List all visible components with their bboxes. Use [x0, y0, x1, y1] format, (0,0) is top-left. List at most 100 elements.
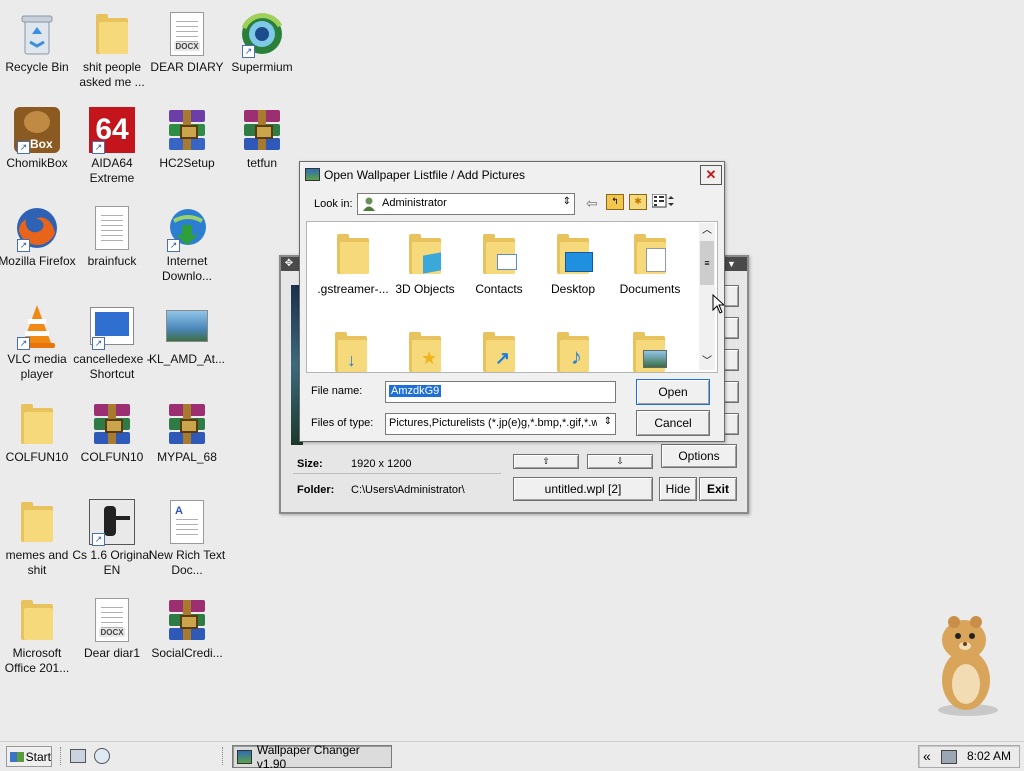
documents-folder-icon — [634, 234, 666, 274]
view-menu-icon[interactable] — [651, 193, 674, 208]
desktop-icon-brainfuck[interactable]: brainfuck — [75, 202, 149, 292]
move-up-button[interactable]: ⇧ — [513, 454, 579, 469]
shortcut-arrow-icon: ↗ — [17, 239, 30, 252]
desktop-icon-firefox[interactable]: ↗ Mozilla Firefox — [0, 202, 76, 292]
combobox-dropdown-icon: ⇕ — [562, 196, 571, 207]
docx-tag: DOCX — [99, 628, 125, 637]
desktop-icon-tetfun[interactable]: tetfun — [225, 104, 299, 194]
file-item[interactable]: Desktop — [533, 230, 613, 302]
desktop-icon-label: brainfuck — [87, 254, 137, 268]
contacts-folder-icon — [483, 234, 517, 274]
clock[interactable]: 8:02 AM — [967, 749, 1011, 763]
desktop-icon-label: Supermium — [231, 60, 293, 74]
desktop-icon-chomikbox[interactable]: Box ↗ ChomikBox — [0, 104, 74, 194]
scroll-down-icon[interactable]: ﹀ — [699, 354, 715, 370]
look-in-label: Look in: — [314, 198, 353, 210]
up-one-level-icon[interactable]: ↰ — [606, 194, 624, 210]
filename-input[interactable]: AmzdkG9 — [385, 381, 616, 403]
desktop-icon-aida64[interactable]: 64 ↗ AIDA64 Extreme — [75, 104, 149, 194]
desktop-icon-mypal[interactable]: MYPAL_68 — [150, 398, 224, 488]
look-in-combobox[interactable]: Administrator ⇕ — [357, 193, 575, 215]
desktop-icon-dear-diary[interactable]: DOCX DEAR DIARY — [150, 8, 224, 98]
desktop-icon-label: Dear diar1 — [83, 646, 141, 660]
pictures-folder-icon[interactable] — [633, 332, 667, 372]
taskbar-task-wallpaper-changer[interactable]: Wallpaper Changer v1.90 — [232, 743, 392, 771]
desktop-icon-socialcredit[interactable]: SocialCredi... — [150, 594, 224, 684]
file-item[interactable]: Contacts — [459, 230, 539, 302]
taskbar: Start Wallpaper Changer v1.90 « 8:02 AM — [0, 741, 1024, 771]
size-value: 1920 x 1200 — [351, 458, 412, 470]
desktop-icon-memes[interactable]: memes and shit — [0, 496, 74, 586]
docx-tag: DOCX — [174, 42, 200, 51]
desktop-icon-colfun10-archive[interactable]: COLFUN10 — [75, 398, 149, 488]
back-arrow-icon[interactable]: ⇦ — [586, 195, 598, 212]
scroll-up-icon[interactable]: ︿ — [699, 223, 715, 239]
cancel-button[interactable]: Cancel — [636, 410, 710, 436]
network-tray-icon[interactable] — [941, 750, 957, 764]
desktop-icon-idm[interactable]: ↗ Internet Downlo... — [150, 202, 224, 292]
shortcut-arrow-icon: ↗ — [92, 533, 105, 546]
move-down-button[interactable]: ⇩ — [587, 454, 653, 469]
filetype-combobox[interactable]: Pictures,Picturelists (*.jp(e)g,*.bmp,*.… — [385, 413, 616, 435]
desktop-icon-hc2setup[interactable]: HC2Setup — [150, 104, 224, 194]
desktop-icon-label: memes and shit — [5, 548, 69, 577]
winrar-archive-icon — [236, 104, 288, 156]
installer-box-icon — [161, 104, 213, 156]
desktop-icon-cs16[interactable]: ↗ Cs 1.6 Original EN — [72, 496, 152, 586]
desktop-icon-vlc[interactable]: ↗ VLC media player — [0, 300, 74, 390]
folder-label: Folder: — [297, 484, 335, 496]
new-folder-icon[interactable]: ✱ — [629, 194, 647, 210]
desktop-icon-kl-amd[interactable]: KL_AMD_At... — [149, 300, 225, 390]
file-item-label: .gstreamer-... — [317, 282, 389, 296]
desktop-icon-label: SocialCredi... — [151, 646, 223, 660]
folder-icon — [11, 398, 63, 450]
exit-button[interactable]: Exit — [699, 477, 737, 501]
start-button[interactable]: Start — [6, 746, 52, 767]
desktop-icon-label: Microsoft Office 201... — [4, 646, 70, 675]
tray-expand-chevron[interactable]: « — [923, 748, 931, 764]
options-button[interactable]: Options — [661, 444, 737, 468]
hamster-mascot-image — [918, 610, 1008, 718]
hide-button[interactable]: Hide — [659, 477, 697, 501]
file-item[interactable]: .gstreamer-... — [311, 230, 395, 302]
desktop-icon-supermium[interactable]: ↗ Supermium — [225, 8, 299, 98]
scrollbar-thumb[interactable]: ≡ — [700, 241, 714, 285]
file-item[interactable]: Documents — [607, 230, 693, 302]
links-folder-icon[interactable]: ↗ — [483, 332, 515, 372]
close-button[interactable]: ✕ — [700, 165, 722, 185]
desktop-icon-label: COLFUN10 — [5, 450, 69, 464]
show-desktop-icon[interactable] — [70, 749, 86, 763]
favorites-folder-icon[interactable]: ★ — [409, 332, 441, 372]
supermium-icon: ↗ — [236, 8, 288, 60]
docx-file-icon: DOCX — [86, 594, 138, 646]
desktop-icon-shit-people[interactable]: shit people asked me ... — [75, 8, 149, 98]
shortcut-arrow-icon: ↗ — [17, 337, 30, 350]
desktop-icon-recycle-bin[interactable]: Recycle Bin — [0, 8, 74, 98]
desktop-icon-label: shit people asked me ... — [79, 60, 145, 89]
music-folder-icon[interactable]: ♪ — [557, 332, 589, 372]
vlc-cone-icon: ↗ — [11, 300, 63, 352]
desktop-icon-label: ChomikBox — [6, 156, 68, 170]
file-list-view[interactable]: .gstreamer-... 3D Objects Contacts Deskt… — [306, 221, 718, 373]
desktop-icon-ms-office[interactable]: Microsoft Office 201... — [0, 594, 74, 684]
file-item[interactable]: 3D Objects — [385, 230, 465, 302]
desktop-icon-dear-diar1[interactable]: DOCX Dear diar1 — [75, 594, 149, 684]
dialog-app-icon — [305, 168, 320, 181]
shortcut-arrow-icon: ↗ — [17, 141, 30, 154]
system-tray: « 8:02 AM — [918, 745, 1020, 768]
desktop-icon-rtf[interactable]: A New Rich Text Doc... — [149, 496, 225, 586]
desktop-icon-label: HC2Setup — [159, 156, 215, 170]
desktop-icon-colfun10-folder[interactable]: COLFUN10 — [0, 398, 74, 488]
minimize-icon[interactable]: ▼ — [727, 258, 737, 270]
user-icon — [363, 197, 375, 211]
mouse-cursor-icon — [712, 293, 726, 314]
system-menu-icon[interactable]: ✥ — [283, 258, 295, 270]
downloads-folder-icon[interactable]: ↓ — [335, 332, 367, 372]
desktop-icon-cancelledexe[interactable]: ↗ cancelledexe - Shortcut — [73, 300, 151, 390]
playlist-button[interactable]: untitled.wpl [2] — [513, 477, 653, 501]
3d-objects-folder-icon — [409, 234, 441, 274]
open-button[interactable]: Open — [636, 379, 710, 405]
internet-download-manager-icon: ↗ — [161, 202, 213, 254]
shortcut-arrow-icon: ↗ — [167, 239, 180, 252]
quick-launch-icon[interactable] — [94, 748, 110, 764]
